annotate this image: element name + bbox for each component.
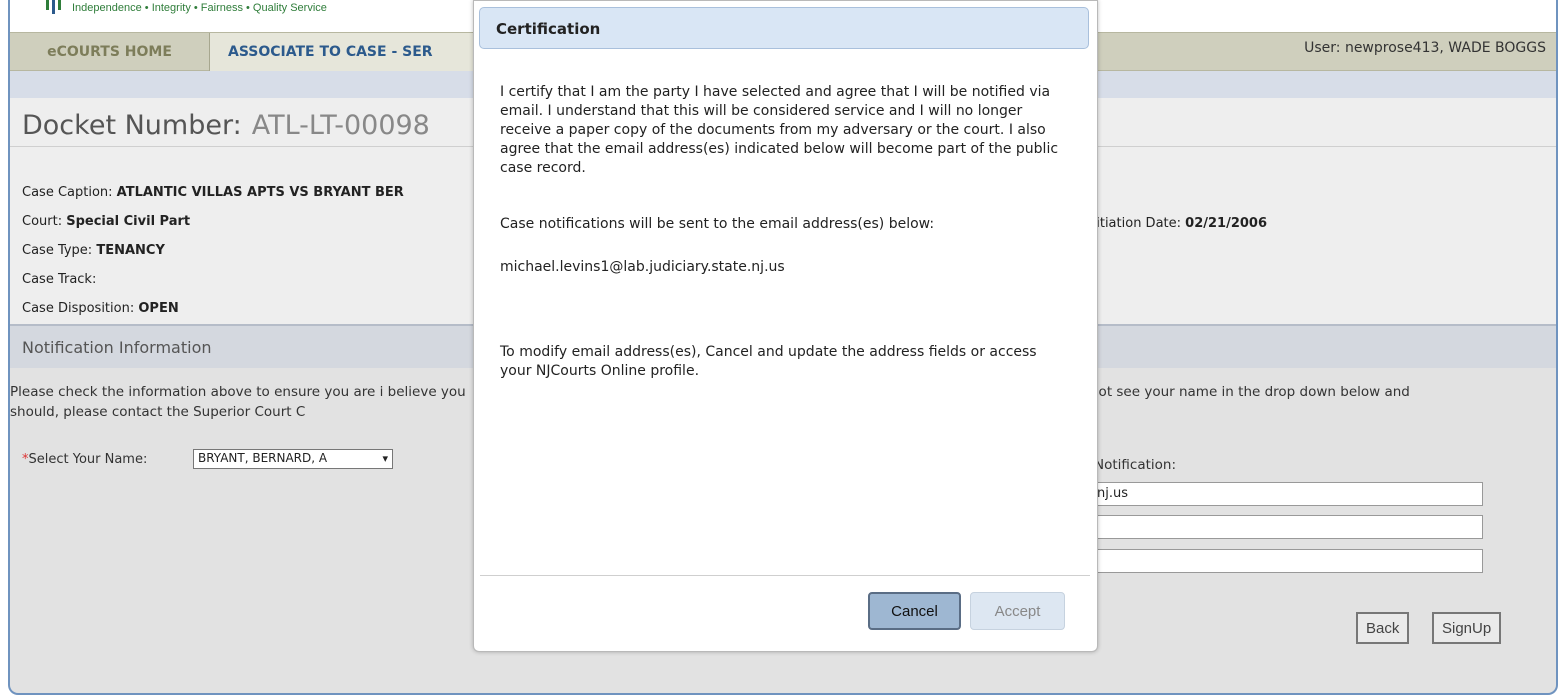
court-value: Special Civil Part bbox=[66, 214, 191, 229]
email-notification-label: Notification: bbox=[1094, 457, 1177, 473]
accept-button[interactable]: Accept bbox=[970, 592, 1065, 630]
select-name-label-text: Select Your Name: bbox=[28, 452, 148, 467]
case-type: Case Type: TENANCY bbox=[22, 243, 165, 258]
logo-icon bbox=[46, 0, 61, 14]
certification-dialog: Certification I certify that I am the pa… bbox=[473, 0, 1098, 652]
user-info: User: newprose413, WADE BOGGS bbox=[1304, 40, 1546, 56]
notification-title: Notification Information bbox=[22, 338, 212, 357]
disposition-value: OPEN bbox=[138, 301, 179, 316]
docket-number: ATL-LT-00098 bbox=[251, 110, 430, 141]
notification-statement: Case notifications will be sent to the e… bbox=[500, 216, 935, 232]
select-name-dropdown[interactable]: BRYANT, BERNARD, A ▾ bbox=[193, 449, 393, 469]
back-button[interactable]: Back bbox=[1356, 612, 1410, 644]
disposition-label: Case Disposition: bbox=[22, 301, 135, 316]
signup-button[interactable]: SignUp bbox=[1432, 612, 1502, 644]
select-name-label: *Select Your Name: bbox=[22, 452, 147, 467]
modify-instructions: To modify email address(es), Cancel and … bbox=[500, 344, 1037, 379]
email-field-3[interactable] bbox=[1090, 549, 1483, 573]
case-type-label: Case Type: bbox=[22, 243, 93, 258]
case-type-value: TENANCY bbox=[96, 243, 165, 258]
notification-email: michael.levins1@lab.judiciary.state.nj.u… bbox=[500, 259, 785, 275]
dialog-divider bbox=[480, 575, 1090, 576]
dialog-title-bar: Certification bbox=[479, 7, 1089, 49]
tab-ecourts-home[interactable]: eCOURTS HOME bbox=[10, 33, 210, 71]
tagline: Independence • Integrity • Fairness • Qu… bbox=[72, 2, 327, 14]
case-court: Court: Special Civil Part bbox=[22, 214, 190, 229]
email-field-2[interactable] bbox=[1090, 515, 1483, 539]
email-field-1[interactable]: nj.us bbox=[1090, 482, 1483, 506]
certification-text: I certify that I am the party I have sel… bbox=[500, 84, 1059, 176]
case-track: Case Track: bbox=[22, 272, 96, 287]
dialog-title: Certification bbox=[496, 20, 601, 38]
notification-info-text: Please check the information above to en… bbox=[10, 384, 466, 420]
case-caption-value: ATLANTIC VILLAS APTS VS BRYANT BER bbox=[116, 185, 404, 200]
initiation-value: 02/21/2006 bbox=[1185, 216, 1268, 231]
cancel-button[interactable]: Cancel bbox=[868, 592, 961, 630]
initiation-label: nitiation Date: bbox=[1088, 216, 1182, 231]
case-caption: Case Caption: ATLANTIC VILLAS APTS VS BR… bbox=[22, 185, 404, 200]
initiation-date: nitiation Date: 02/21/2006 bbox=[1088, 216, 1267, 231]
case-caption-label: Case Caption: bbox=[22, 185, 113, 200]
select-name-value: BRYANT, BERNARD, A bbox=[198, 451, 328, 465]
docket-title: Docket Number: ATL-LT-00098 bbox=[22, 110, 430, 141]
chevron-down-icon: ▾ bbox=[382, 452, 388, 465]
docket-label: Docket Number: bbox=[22, 110, 242, 141]
case-disposition: Case Disposition: OPEN bbox=[22, 301, 179, 316]
court-label: Court: bbox=[22, 214, 63, 229]
case-track-label: Case Track: bbox=[22, 272, 97, 287]
notification-info-text-right: not see your name in the drop down below… bbox=[1090, 384, 1410, 400]
